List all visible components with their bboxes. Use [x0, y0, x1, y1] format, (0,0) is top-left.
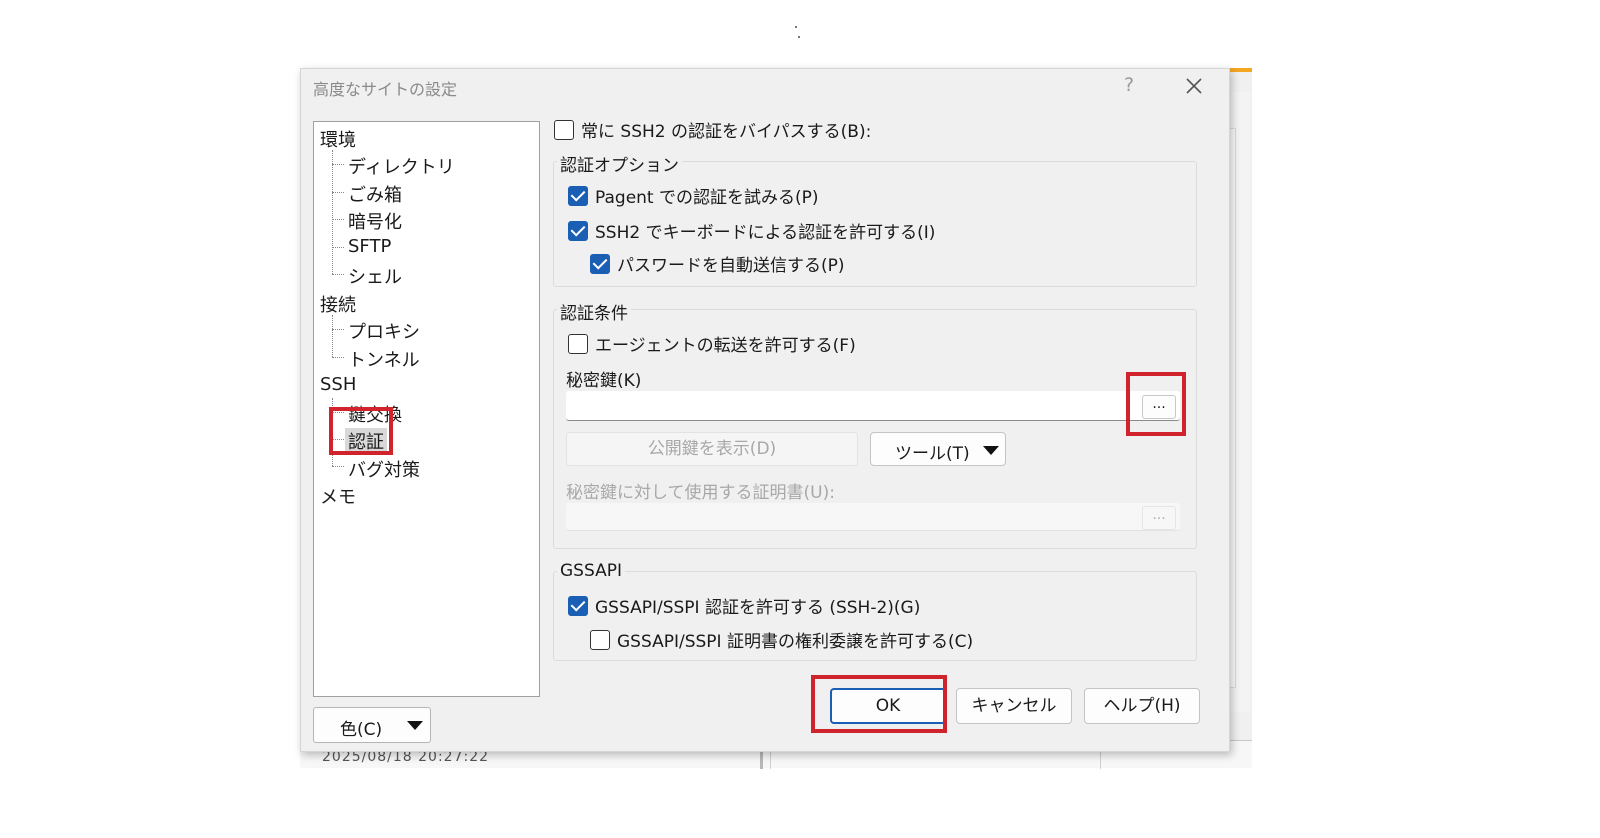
chevron-down-icon	[983, 446, 999, 455]
tree-item-encryption[interactable]: 暗号化	[348, 208, 402, 234]
checkbox-box[interactable]	[554, 119, 574, 140]
tree-connector	[332, 398, 333, 466]
tree-connector	[332, 274, 344, 275]
checkbox-label: GSSAPI/SSPI 認証を許可する (SSH-2)(G)	[595, 598, 921, 618]
auto-send-password-checkbox[interactable]: パスワードを自動送信する(P)	[590, 251, 845, 276]
dialog-titlebar[interactable]: 高度なサイトの設定 ?	[301, 69, 1231, 105]
color-dropdown[interactable]: 色(C)	[313, 707, 431, 743]
tree-connector	[332, 247, 344, 248]
ok-button[interactable]: OK	[830, 688, 946, 724]
checkbox-label: GSSAPI/SSPI 証明書の権利委譲を許可する(C)	[617, 632, 974, 652]
chevron-down-icon	[407, 721, 423, 730]
tree-connector	[332, 164, 344, 165]
checkbox-box[interactable]	[590, 253, 610, 274]
tree-item-shell[interactable]: シェル	[348, 263, 402, 289]
tree-connector	[332, 357, 344, 358]
cancel-button[interactable]: キャンセル	[956, 688, 1072, 724]
checkbox-label: エージェントの転送を許可する(F)	[595, 336, 856, 356]
agent-forwarding-checkbox[interactable]: エージェントの転送を許可する(F)	[568, 331, 856, 356]
settings-tree[interactable]: 環境 ディレクトリ ごみ箱 暗号化 SFTP シェル 接続 プロキシ トンネル …	[313, 121, 540, 697]
tree-connector	[332, 439, 344, 440]
certificate-label: 秘密鍵に対して使用する証明書(U):	[566, 483, 835, 503]
help-question-icon[interactable]: ?	[1124, 74, 1134, 96]
auth-conditions-title: 認証条件	[557, 299, 631, 324]
dialog-title: 高度なサイトの設定	[313, 80, 458, 99]
screen-speck	[798, 36, 800, 38]
tree-item-connection[interactable]: 接続	[320, 291, 356, 317]
checkbox-box[interactable]	[568, 595, 588, 616]
checkbox-box[interactable]	[568, 220, 588, 241]
private-key-label: 秘密鍵(K)	[566, 371, 642, 391]
background-accent-strip	[1230, 68, 1252, 72]
tree-item-trash[interactable]: ごみ箱	[348, 181, 402, 207]
bypass-ssh2-auth-checkbox[interactable]: 常に SSH2 の認証をバイパスする(B):	[554, 117, 871, 142]
help-button[interactable]: ヘルプ(H)	[1084, 688, 1200, 724]
checkbox-box[interactable]	[590, 629, 610, 650]
checkbox-label: パスワードを自動送信する(P)	[617, 256, 845, 276]
checkbox-label: Pagent での認証を試みる(P)	[595, 188, 819, 208]
tree-connector	[332, 466, 344, 467]
tree-connector	[332, 150, 333, 274]
private-key-input[interactable]	[566, 391, 1180, 421]
tree-item-tunnel[interactable]: トンネル	[348, 346, 420, 372]
tree-item-key-exchange[interactable]: 鍵交換	[348, 401, 402, 427]
tree-connector	[332, 219, 344, 220]
pageant-auth-checkbox[interactable]: Pagent での認証を試みる(P)	[568, 183, 819, 208]
show-public-key-button[interactable]: 公開鍵を表示(D)	[566, 432, 858, 466]
auth-options-title: 認証オプション	[557, 151, 682, 176]
gssapi-delegate-checkbox[interactable]: GSSAPI/SSPI 証明書の権利委譲を許可する(C)	[590, 627, 973, 652]
color-dropdown-label: 色(C)	[340, 720, 383, 740]
close-icon[interactable]	[1181, 73, 1207, 99]
tree-item-bug-workarounds[interactable]: バグ対策	[348, 456, 420, 482]
tree-item-proxy[interactable]: プロキシ	[348, 318, 420, 344]
certificate-browse-button[interactable]: ...	[1142, 506, 1176, 530]
screen-speck	[795, 26, 797, 28]
certificate-input[interactable]	[566, 503, 1180, 531]
tree-connector	[332, 315, 333, 357]
tools-dropdown-label: ツール(T)	[895, 444, 970, 464]
tree-item-directory[interactable]: ディレクトリ	[348, 153, 455, 179]
tree-item-sftp[interactable]: SFTP	[348, 236, 391, 257]
private-key-browse-button[interactable]: ...	[1142, 395, 1176, 419]
gssapi-allow-checkbox[interactable]: GSSAPI/SSPI 認証を許可する (SSH-2)(G)	[568, 593, 920, 618]
checkbox-box[interactable]	[568, 333, 588, 354]
tree-item-authentication[interactable]: 認証	[345, 428, 387, 454]
gssapi-title: GSSAPI	[557, 561, 625, 581]
tree-connector	[332, 412, 344, 413]
tree-connector	[332, 329, 344, 330]
tools-dropdown-button[interactable]: ツール(T)	[870, 432, 1006, 466]
tree-item-ssh[interactable]: SSH	[320, 374, 356, 395]
keyboard-interactive-checkbox[interactable]: SSH2 でキーボードによる認証を許可する(I)	[568, 218, 935, 243]
checkbox-label: SSH2 でキーボードによる認証を許可する(I)	[595, 223, 936, 243]
checkbox-label: 常に SSH2 の認証をバイパスする(B):	[581, 122, 872, 142]
tree-item-environment[interactable]: 環境	[320, 126, 356, 152]
tree-connector	[332, 192, 344, 193]
tree-item-memo[interactable]: メモ	[320, 483, 356, 509]
advanced-site-settings-dialog: 高度なサイトの設定 ? 環境 ディレクトリ ごみ箱 暗号化 SFTP シェル 接…	[300, 68, 1230, 752]
checkbox-box[interactable]	[568, 185, 588, 206]
